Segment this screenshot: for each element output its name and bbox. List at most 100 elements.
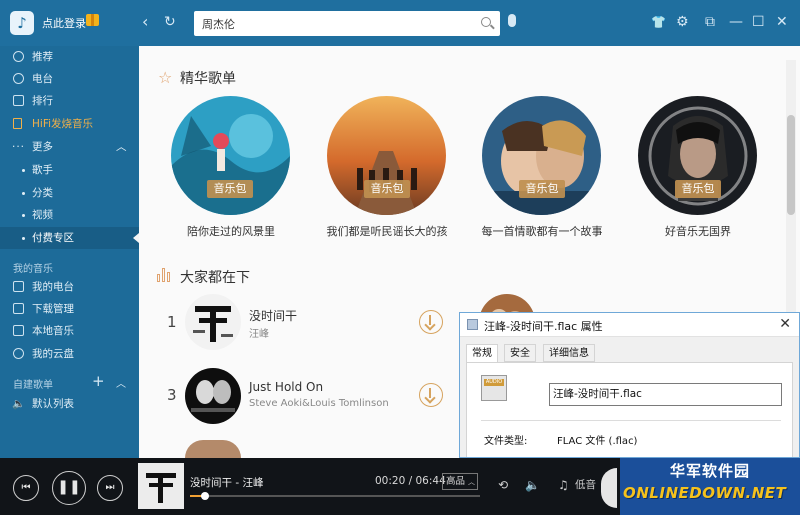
sidebar-item-more[interactable]: ··· 更多 ︿ xyxy=(0,136,139,158)
filename-field[interactable]: 汪峰-没时间干.flac xyxy=(549,383,782,406)
more-dots-icon: ··· xyxy=(12,141,26,153)
sidebar-item-label: 我的云盘 xyxy=(32,348,74,360)
rank-number: 1 xyxy=(167,313,177,331)
bullet-icon xyxy=(22,237,25,240)
sidebar-item-default-list[interactable]: 🔈 默认列表 xyxy=(0,393,139,415)
sidebar-item-label: 分类 xyxy=(32,187,53,199)
file-icon xyxy=(467,319,478,330)
sidebar-item-label: 付费专区 xyxy=(32,232,74,244)
sidebar-item-hifi[interactable]: HiFi发烧音乐 xyxy=(0,113,139,135)
search-icon[interactable] xyxy=(481,17,491,27)
chevron-up-icon[interactable]: ︿ xyxy=(116,375,126,390)
next-track-icon[interactable]: ⏭ xyxy=(97,475,123,501)
dialog-titlebar[interactable]: 汪峰-没时间干.flac 属性 ✕ xyxy=(460,313,799,337)
song-thumbnail[interactable] xyxy=(185,440,241,458)
cloud-icon xyxy=(13,348,24,359)
now-playing-title: 没时间干 - 汪峰 xyxy=(190,477,264,489)
sidebar-item-categories[interactable]: 分类 xyxy=(0,182,139,204)
song-title[interactable]: Just Hold On xyxy=(249,380,323,394)
sidebar-item-label: 默认列表 xyxy=(32,398,74,410)
volume-icon[interactable]: 🔈 xyxy=(525,478,540,492)
song-artist[interactable]: 汪峰 xyxy=(249,325,269,340)
bass-label[interactable]: 低音 xyxy=(575,478,596,492)
skin-icon[interactable]: 👕 xyxy=(651,13,666,31)
close-icon[interactable]: ✕ xyxy=(776,13,788,31)
divider xyxy=(481,420,781,421)
playlist-toggle[interactable] xyxy=(601,468,617,508)
dialog-body: 常规 安全 详细信息 AUDIO 汪峰-没时间干.flac 文件类型: FLAC… xyxy=(460,337,799,457)
music-note-icon[interactable]: ♫ xyxy=(558,478,569,492)
quality-label: 高品 xyxy=(446,476,466,487)
sidebar-item-videos[interactable]: 视频 xyxy=(0,204,139,226)
download-icon[interactable] xyxy=(419,310,443,334)
gear-icon[interactable]: ⚙ xyxy=(676,13,689,31)
playlist-caption[interactable]: 陪你走过的风景里 xyxy=(151,223,311,239)
featured-title: 精华歌单 xyxy=(180,71,236,87)
rank-number: 3 xyxy=(167,386,177,404)
general-tab-panel: AUDIO 汪峰-没时间干.flac 文件类型: FLAC 文件 (.flac) xyxy=(466,362,793,457)
sidebar-item-singers[interactable]: 歌手 xyxy=(0,159,139,181)
quality-selector[interactable]: 高品 ︿ xyxy=(442,473,478,490)
download-icon xyxy=(13,303,24,314)
playlist-caption[interactable]: 每一首情歌都有一个故事 xyxy=(462,223,622,239)
sidebar-item-charts[interactable]: 排行 xyxy=(0,90,139,112)
pause-icon[interactable]: ❚❚ xyxy=(52,471,86,505)
now-playing-art xyxy=(138,463,184,509)
previous-track-icon[interactable]: ⏮ xyxy=(13,475,39,501)
download-icon[interactable] xyxy=(419,383,443,407)
now-playing-cover[interactable] xyxy=(138,463,184,509)
search-box[interactable] xyxy=(194,11,500,36)
sidebar-item-label: HiFi发烧音乐 xyxy=(32,118,94,130)
song-artist[interactable]: Steve Aoki&Louis Tomlinson xyxy=(249,398,389,409)
bullet-icon xyxy=(22,214,25,217)
sidebar-item-downloads[interactable]: 下载管理 xyxy=(0,298,139,320)
sidebar-item-label: 视频 xyxy=(32,209,53,221)
music-package-badge: 音乐包 xyxy=(675,180,721,198)
sidebar-item-cloud[interactable]: 我的云盘 xyxy=(0,343,139,365)
scrollbar-thumb[interactable] xyxy=(787,115,795,215)
maximize-icon[interactable]: ☐ xyxy=(752,13,765,31)
login-link[interactable]: 点此登录 xyxy=(42,15,86,31)
music-package-badge: 音乐包 xyxy=(519,180,565,198)
back-icon[interactable]: ‹ xyxy=(142,12,148,32)
speaker-icon: 🔈 xyxy=(12,398,26,410)
sidebar-item-radio[interactable]: 电台 xyxy=(0,68,139,90)
audio-file-icon: AUDIO xyxy=(481,375,507,401)
sidebar-item-label: 我的电台 xyxy=(32,281,74,293)
playlist-caption[interactable]: 好音乐无国界 xyxy=(618,223,778,239)
chevron-up-icon[interactable]: ︿ xyxy=(116,136,127,158)
sidebar-item-recommend[interactable]: 推荐 xyxy=(0,46,139,68)
sidebar: 推荐 电台 排行 HiFi发烧音乐 ··· 更多 ︿ 歌手 分类 视频 付费专区… xyxy=(0,46,139,458)
playlist-caption[interactable]: 我们都是听民谣长大的孩 xyxy=(307,223,467,239)
tab-details[interactable]: 详细信息 xyxy=(543,344,595,362)
progress-handle[interactable] xyxy=(200,492,209,500)
song-title[interactable]: 没时间干 xyxy=(249,307,297,324)
sidebar-item-label: 下载管理 xyxy=(32,303,74,315)
file-properties-dialog: 汪峰-没时间干.flac 属性 ✕ 常规 安全 详细信息 AUDIO 汪峰-没时… xyxy=(459,312,800,458)
playback-time: 00:20 / 06:44 xyxy=(375,475,446,487)
bullet-icon xyxy=(22,169,25,172)
song-thumbnail[interactable] xyxy=(185,294,241,350)
progress-bar[interactable] xyxy=(190,492,480,500)
tab-security[interactable]: 安全 xyxy=(504,344,536,362)
sidebar-item-local-music[interactable]: 本地音乐 xyxy=(0,320,139,342)
sidebar-item-my-radio[interactable]: 我的电台 xyxy=(0,276,139,298)
sidebar-item-label: 歌手 xyxy=(32,164,53,176)
sidebar-item-paid[interactable]: 付费专区 xyxy=(0,227,139,249)
song-thumbnail[interactable] xyxy=(185,368,241,424)
tab-general[interactable]: 常规 xyxy=(466,344,498,363)
loop-icon[interactable]: ⟲ xyxy=(498,478,508,492)
mini-mode-icon[interactable]: ⧉ xyxy=(705,13,715,31)
microphone-icon[interactable] xyxy=(508,14,516,27)
watermark-logo: 华军软件园 ONLINEDOWN.NET xyxy=(620,458,800,515)
dialog-title: 汪峰-没时间干.flac 属性 xyxy=(484,320,603,333)
close-icon[interactable]: ✕ xyxy=(779,316,791,332)
song-thumbnail-art xyxy=(185,440,241,458)
sidebar-item-label: 更多 xyxy=(32,141,53,153)
search-input[interactable] xyxy=(202,15,472,32)
add-playlist-icon[interactable]: + xyxy=(92,372,105,390)
minimize-icon[interactable]: — xyxy=(729,13,743,31)
gift-icon[interactable] xyxy=(86,14,99,26)
refresh-icon[interactable]: ↻ xyxy=(164,12,176,32)
watermark-cn: 华军软件园 xyxy=(670,462,751,480)
